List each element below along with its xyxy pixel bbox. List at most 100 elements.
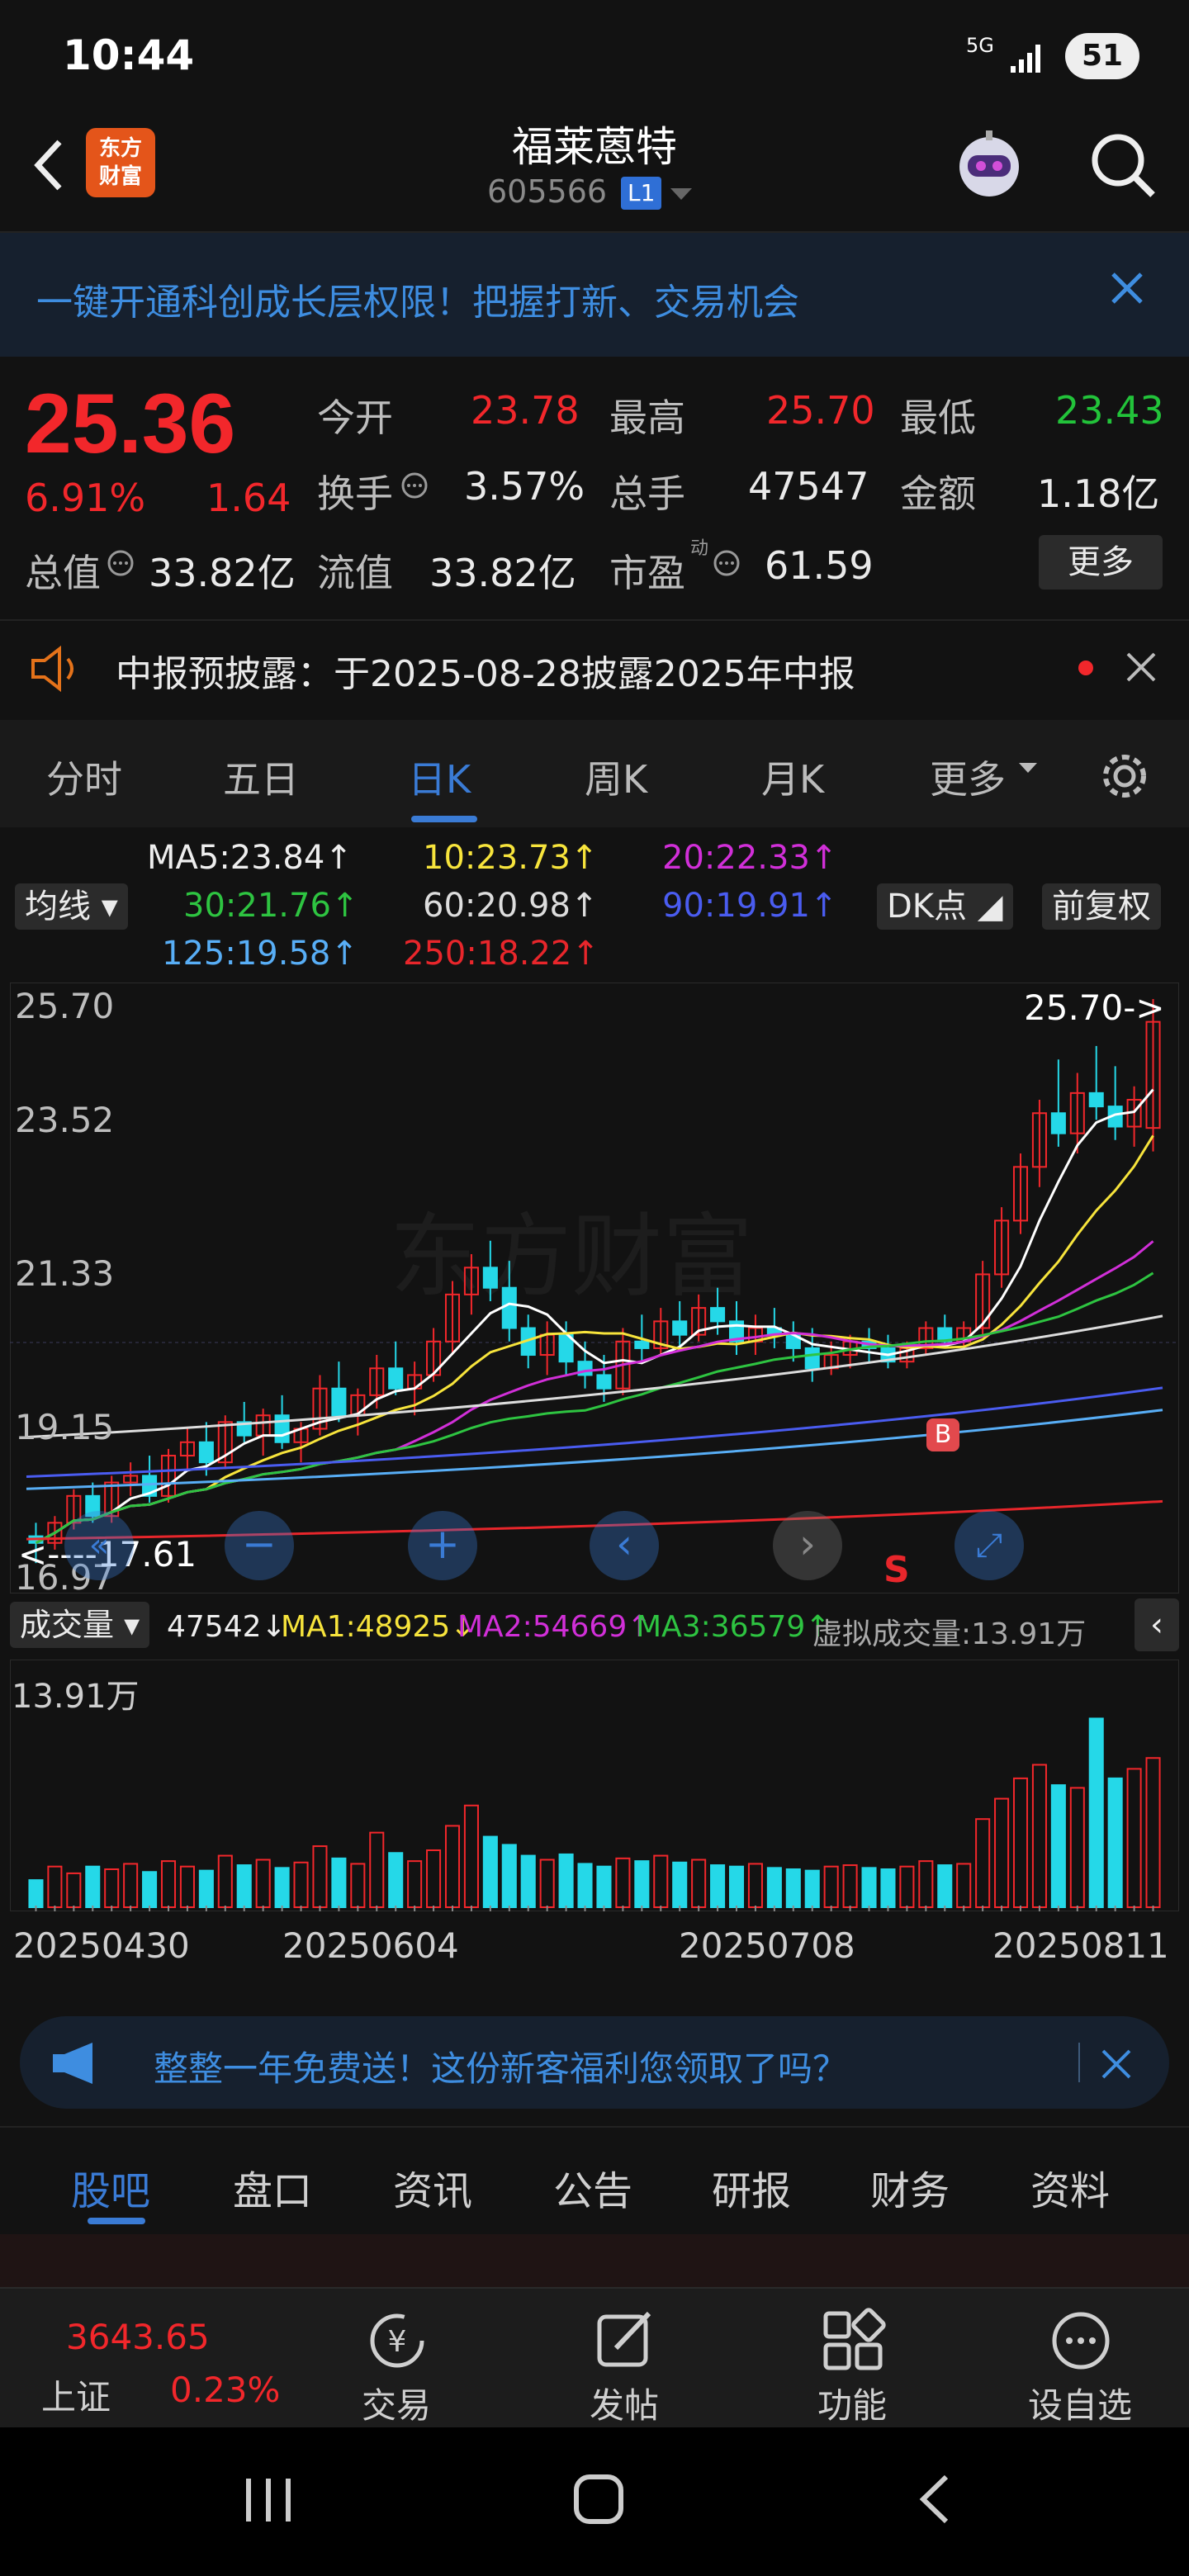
trade-label[interactable]: 交易 (330, 2378, 462, 2428)
volume-bar (1107, 1777, 1123, 1908)
chevron-down-icon[interactable] (670, 188, 692, 201)
more-options-icon[interactable] (1044, 2304, 1118, 2378)
assistant-robot-icon[interactable] (948, 124, 1030, 206)
tab-five-day[interactable]: 五日 (223, 750, 299, 804)
tab-profile[interactable]: 资料 (1030, 2158, 1110, 2216)
dk-point-button[interactable]: DK点 ◢ (877, 883, 1013, 930)
tab-financials[interactable]: 财务 (870, 2158, 950, 2216)
tab-more[interactable]: 更多 (930, 750, 1006, 804)
scroll-left-fast-button[interactable]: « (64, 1511, 134, 1580)
change-amount: 1.64 (206, 476, 291, 520)
ma60-value: 60:20.98↑ (423, 887, 599, 925)
turnover-label: 换手 (317, 471, 393, 516)
grid-apps-icon[interactable] (816, 2304, 890, 2378)
info-icon[interactable] (106, 548, 135, 578)
content-peek (0, 2234, 1189, 2287)
info-icon[interactable] (400, 471, 429, 500)
volume-bar (274, 1867, 290, 1909)
volume-chart[interactable] (10, 1660, 1179, 1911)
pe-label: 市盈 (609, 551, 685, 595)
tab-announcements[interactable]: 公告 (553, 2158, 632, 2216)
recent-apps-icon[interactable] (239, 2474, 297, 2526)
volume-frame (10, 1660, 1179, 1911)
volume-bar (28, 1879, 44, 1909)
ma90-value: 90:19.91↑ (662, 887, 838, 925)
index-name[interactable]: 上证 (41, 2370, 111, 2420)
volume-ma3: MA3:36579↑ (636, 1610, 831, 1644)
function-label[interactable]: 功能 (786, 2378, 918, 2428)
ad-text[interactable]: 整整一年免费送！这份新客福利您领取了吗？ (154, 2041, 847, 2091)
zoom-out-button[interactable]: − (225, 1511, 294, 1580)
post-label[interactable]: 发帖 (558, 2378, 690, 2428)
ma-selector[interactable]: 均线 ▾ (15, 883, 128, 930)
back-icon[interactable] (912, 2470, 958, 2528)
active-bottom-tab-indicator (88, 2218, 145, 2224)
gear-icon[interactable] (1098, 750, 1151, 803)
low-value: 23.43 (1055, 388, 1164, 433)
level-badge[interactable]: L1 (621, 177, 662, 210)
home-icon[interactable] (570, 2470, 628, 2528)
index-change[interactable]: 0.23% (170, 2370, 280, 2410)
open-label: 今开 (317, 395, 393, 440)
tab-intraday[interactable]: 分时 (46, 750, 122, 804)
volume-bar (142, 1871, 158, 1908)
promo-banner-text[interactable]: 一键开通科创成长层权限！把握打新、交易机会 (36, 272, 799, 325)
candle-body (1050, 1112, 1066, 1134)
edit-post-icon[interactable] (588, 2304, 662, 2378)
date-label: 20250811 (992, 1925, 1169, 1966)
tab-forum[interactable]: 股吧 (71, 2158, 150, 2216)
kline-chart[interactable]: 东方财富 (10, 983, 1179, 1593)
volume-bar (880, 1868, 896, 1908)
tab-news[interactable]: 资讯 (393, 2158, 472, 2216)
watchlist-label[interactable]: 设自选 (1014, 2378, 1146, 2428)
stock-code[interactable]: 605566 (487, 173, 607, 210)
candle-body (331, 1387, 347, 1417)
indicator-selector[interactable]: 成交量 ▾ (10, 1602, 150, 1648)
volume-bar (766, 1867, 782, 1909)
high-label: 最高 (609, 395, 685, 440)
scroll-left-button[interactable]: ‹ (590, 1511, 659, 1580)
volume-bar (482, 1835, 498, 1908)
signal-icon (1011, 45, 1040, 73)
volume-ma1: MA1:48925↓ (281, 1610, 476, 1644)
close-icon[interactable] (1106, 268, 1148, 309)
volume-bar (672, 1861, 688, 1908)
adjust-price-button[interactable]: 前复权 (1042, 883, 1161, 930)
volume-bar (634, 1860, 650, 1908)
volume-bar (388, 1852, 404, 1908)
amount-label: 金额 (900, 471, 976, 516)
close-icon[interactable] (1098, 2046, 1135, 2082)
notice-text[interactable]: 中报预披露：于2025-08-28披露2025年中报 (116, 644, 855, 697)
more-quote-button[interactable]: 更多 (1039, 535, 1163, 590)
info-icon[interactable] (712, 548, 741, 578)
ma5-value: MA5:23.84↑ (147, 839, 353, 877)
date-label: 20250430 (13, 1925, 190, 1966)
tab-order-book[interactable]: 盘口 (233, 2158, 312, 2216)
tab-daily-k[interactable]: 日K (408, 750, 471, 804)
ma125-value: 125:19.58↑ (162, 935, 358, 973)
close-icon[interactable] (1123, 649, 1159, 685)
volume-bar (937, 1864, 953, 1908)
volume-label: 总手 (609, 471, 685, 516)
tab-research[interactable]: 研报 (712, 2158, 791, 2216)
zoom-in-button[interactable]: + (408, 1511, 477, 1580)
y-tick-3: 21.33 (15, 1253, 115, 1294)
index-value[interactable]: 3643.65 (66, 2317, 210, 2357)
yen-exchange-icon[interactable]: ¥ (360, 2304, 434, 2378)
current-price: 25.36 (25, 376, 236, 471)
dropdown-arrow-icon[interactable] (1019, 763, 1037, 774)
fullscreen-button[interactable]: ⤢ (955, 1511, 1024, 1580)
y-tick-2: 23.52 (15, 1100, 115, 1140)
speaker-icon (31, 645, 73, 693)
buy-marker[interactable]: B (926, 1418, 959, 1451)
search-icon[interactable] (1082, 124, 1164, 206)
amount-value: 1.18亿 (1037, 471, 1160, 516)
tab-weekly-k[interactable]: 周K (585, 750, 647, 804)
scroll-right-button[interactable]: › (773, 1511, 842, 1580)
candle-body (388, 1367, 404, 1390)
sell-marker[interactable]: S (883, 1549, 910, 1591)
collapse-panel-button[interactable]: ‹ (1135, 1598, 1179, 1651)
volume-y-max: 13.91万 (12, 1678, 140, 1716)
tab-monthly-k[interactable]: 月K (761, 750, 824, 804)
ma250-value: 250:18.22↑ (403, 935, 599, 973)
